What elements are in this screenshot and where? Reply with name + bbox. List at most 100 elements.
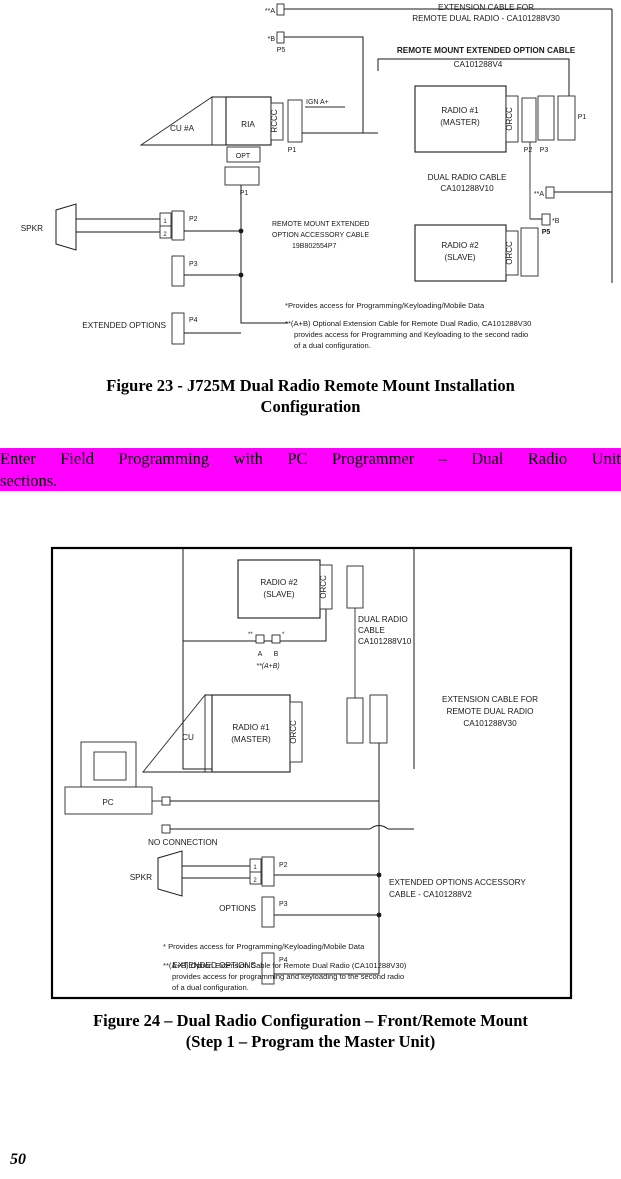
document-page: EXTENSION CABLE FOR REMOTE DUAL RADIO - … <box>0 0 621 1179</box>
figure-23-caption-line1: Figure 23 - J725M Dual Radio Remote Moun… <box>106 376 515 395</box>
fig24-orcc1-label: ORCC <box>289 720 298 744</box>
fig23-cu-a-label: CU #A <box>170 124 195 133</box>
fig24-junction-dot-1 <box>376 872 382 878</box>
fig23-opt-label: OPT <box>236 153 251 160</box>
fig24-ext-opt-acc-line2: CABLE - CA101288V2 <box>389 890 472 899</box>
fig23-radio1-label-line2: (MASTER) <box>440 118 480 127</box>
page-number: 50 <box>10 1151 26 1168</box>
fig23-p4-label: P4 <box>189 317 198 324</box>
fig23-note-2-line1: **(A+B) Optional Extension Cable for Rem… <box>285 319 531 328</box>
fig24-note-1: * Provides access for Programming/Keyloa… <box>163 942 365 951</box>
fig23-cu-wedge <box>139 96 213 146</box>
fig24-ext-cable-line1: EXTENSION CABLE FOR <box>442 695 538 704</box>
fig24-pc-label: PC <box>102 798 113 807</box>
fig23-p4-connector <box>171 312 185 345</box>
fig23-junction-dot-2 <box>238 272 244 278</box>
fig23-ria-label: RIA <box>241 120 255 129</box>
highlight-line-1: Enter Field Programming with PC Programm… <box>0 448 621 470</box>
fig24-junction-dot-2 <box>376 912 382 918</box>
fig24-p3-label: P3 <box>279 901 288 908</box>
fig23-rccc-label: RCCC <box>270 109 279 132</box>
fig24-p2-connector <box>261 856 275 887</box>
fig24-radio1-connector-p3 <box>369 694 388 744</box>
fig23-speaker-cone <box>55 203 77 251</box>
fig23-connector-a-bottom <box>545 186 555 199</box>
fig23-p5-top-label: P5 <box>277 47 286 54</box>
fig23-accessory-cable-line2: OPTION ACCESSORY CABLE <box>272 232 369 239</box>
fig24-pc-connector <box>161 796 171 806</box>
fig23-connector-b-label: *B <box>268 36 276 43</box>
fig23-note-2-line2: provides access for Programming and Keyl… <box>294 330 528 339</box>
highlight-word-9: Unit <box>591 449 621 468</box>
fig23-dual-radio-cable-label: DUAL RADIO CABLE <box>428 173 507 182</box>
fig24-label-a: A <box>258 651 263 658</box>
fig23-p1-left-connector <box>287 99 303 143</box>
fig23-ign-a-plus-label: IGN A+ <box>306 99 329 106</box>
fig23-wire-p1-opt <box>240 185 288 324</box>
figure-24-diagram: RADIO #2 (SLAVE) ORCC DUAL RADIO CABLE C… <box>0 540 621 1002</box>
fig23-dual-radio-cable-pn: CA101288V10 <box>440 184 494 193</box>
fig23-p2-label: P2 <box>524 147 533 154</box>
fig24-no-connection-label: NO CONNECTION <box>148 838 218 847</box>
fig23-connector-b-bottom-label: *B <box>552 218 560 225</box>
fig23-radio2-label-line2: (SLAVE) <box>444 253 476 262</box>
fig24-radio2-box <box>237 559 321 619</box>
highlight-word-5: Programmer <box>331 449 415 468</box>
fig24-connector-b <box>271 634 281 644</box>
fig24-note-2-line2: provides access for programming and keyl… <box>172 972 404 981</box>
figure-24-caption-line2: (Step 1 – Program the Master Unit) <box>185 1032 436 1051</box>
highlight-word-6: – <box>438 449 447 468</box>
fig24-radio1-label-line2: (MASTER) <box>231 735 271 744</box>
fig24-radio2-label-line2: (SLAVE) <box>263 590 295 599</box>
fig23-orcc1-label: ORCC <box>505 107 514 131</box>
fig23-connector-a-top <box>276 3 285 16</box>
fig24-options-label: OPTIONS <box>219 904 256 913</box>
fig23-radio2-label-line1: RADIO #2 <box>441 241 479 250</box>
fig23-spkr-label: SPKR <box>21 224 43 233</box>
fig23-remote-mount-option-cable-label: REMOTE MOUNT EXTENDED OPTION CABLE <box>397 46 576 55</box>
fig23-connector-b <box>276 31 285 44</box>
fig23-p3-connector <box>537 95 555 141</box>
fig23-note-2-line3: of a dual configuration. <box>294 341 371 350</box>
fig23-p5-bottom-label: P5 <box>542 229 551 236</box>
fig23-p1-right-label: P1 <box>578 114 587 121</box>
fig23-p1-left-label: P1 <box>288 147 297 154</box>
highlighted-paragraph: Enter Field Programming with PC Programm… <box>0 448 621 491</box>
fig24-p3-connector <box>261 896 275 928</box>
fig24-ext-opt-acc-line1: EXTENDED OPTIONS ACCESSORY <box>389 878 526 887</box>
fig23-note-1: *Provides access for Programming/Keyload… <box>285 301 485 310</box>
fig24-pc-screen <box>93 751 127 781</box>
fig24-connector-a <box>255 634 265 644</box>
figure-24-caption: Figure 24 – Dual Radio Configuration – F… <box>0 1010 621 1052</box>
figure-24-caption-line1: Figure 24 – Dual Radio Configuration – F… <box>93 1011 528 1030</box>
highlight-word-2: Programming <box>118 449 210 468</box>
highlight-word-7: Dual <box>471 449 504 468</box>
fig23-cable-pn-v4: CA101288V4 <box>454 60 503 69</box>
fig23-radio1-label-line1: RADIO #1 <box>441 106 479 115</box>
fig24-radio2-connector <box>346 565 364 609</box>
fig24-spkr-label: SPKR <box>130 873 152 882</box>
highlight-line-2: sections. <box>0 469 621 491</box>
fig23-extended-options-label: EXTENDED OPTIONS <box>82 321 166 330</box>
fig24-mark-b: * <box>282 632 285 638</box>
fig23-p3-mid-label: P3 <box>189 261 198 268</box>
fig23-p2-spkr-label: P2 <box>189 216 198 223</box>
highlight-word-3: with <box>233 449 263 468</box>
fig23-p2-connector <box>521 97 537 143</box>
fig23-accessory-cable-line1: REMOTE MOUNT EXTENDED <box>272 221 370 228</box>
fig24-speaker-cone <box>157 850 183 897</box>
fig24-dual-radio-line1: DUAL RADIO <box>358 615 408 624</box>
fig23-connector-b-bottom <box>541 213 551 226</box>
fig23-accessory-cable-line3: 19B802554P7 <box>292 243 336 250</box>
fig24-label-b: B <box>274 651 279 658</box>
fig24-radio1-label-line1: RADIO #1 <box>232 723 270 732</box>
fig24-cu-label: CU <box>182 733 194 742</box>
fig24-orcc2-label: ORCC <box>319 575 328 599</box>
fig24-dual-radio-line2: CABLE <box>358 626 385 635</box>
highlight-word-4: PC <box>287 449 308 468</box>
fig23-p3-mid-connector <box>171 255 185 287</box>
figure-23-caption: Figure 23 - J725M Dual Radio Remote Moun… <box>0 375 621 417</box>
fig23-radio2-connector <box>520 227 539 277</box>
fig23-extension-cable-label-line2: REMOTE DUAL RADIO - CA101288V30 <box>412 14 560 23</box>
fig24-no-connection-connector <box>161 824 171 834</box>
